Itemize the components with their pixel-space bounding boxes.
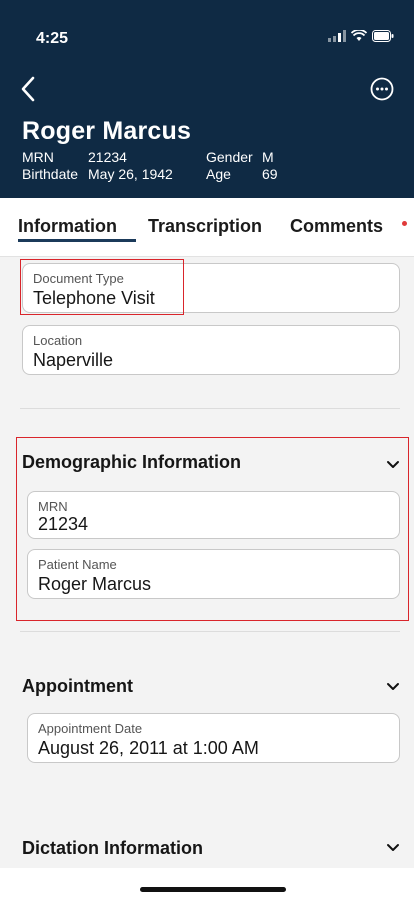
active-tab-indicator xyxy=(18,239,136,242)
appointment-date-label: Appointment Date xyxy=(38,721,143,736)
wifi-icon xyxy=(351,30,367,41)
appointment-date-value: August 26, 2011 at 1:00 AM xyxy=(38,738,259,758)
location-value: Naperville xyxy=(33,350,114,370)
document-type-highlight xyxy=(20,259,184,315)
status-time: 4:25 xyxy=(36,30,69,47)
tab-transcription[interactable]: Transcription xyxy=(148,216,262,237)
demographic-highlight xyxy=(16,437,409,621)
birthdate-label: Birthdate xyxy=(22,166,79,182)
tab-information[interactable]: Information xyxy=(18,216,117,237)
tab-comments[interactable]: Comments xyxy=(290,216,383,237)
chevron-down-icon[interactable] xyxy=(386,843,400,853)
location-label: Location xyxy=(33,333,83,348)
notification-dot xyxy=(402,221,407,226)
chevron-down-icon[interactable] xyxy=(386,682,400,692)
dictation-section-title[interactable]: Dictation Information xyxy=(22,838,203,859)
status-icons xyxy=(328,30,394,42)
signal-icon xyxy=(328,30,346,42)
tab-bar: Information Transcription Comments xyxy=(0,198,414,256)
appointment-date-field[interactable]: Appointment Date August 26, 2011 at 1:00… xyxy=(27,713,400,763)
back-button[interactable] xyxy=(20,72,48,106)
home-indicator[interactable] xyxy=(140,887,286,892)
section-divider xyxy=(20,631,400,632)
battery-icon xyxy=(372,30,394,42)
gender-value: M xyxy=(262,149,274,165)
mrn-value: 21234 xyxy=(88,149,127,165)
more-options-button[interactable] xyxy=(370,77,394,101)
mrn-label: MRN xyxy=(22,149,54,165)
section-divider xyxy=(20,408,400,409)
more-horizontal-circle-icon xyxy=(370,77,394,101)
gender-label: Gender xyxy=(206,149,253,165)
patient-header: 4:25 Roger Marcus MRN 21234 Gender M Bir… xyxy=(0,0,414,198)
age-label: Age xyxy=(206,166,231,182)
birthdate-value: May 26, 1942 xyxy=(88,166,173,182)
age-value: 69 xyxy=(262,166,278,182)
patient-name-title: Roger Marcus xyxy=(22,117,192,145)
chevron-left-icon xyxy=(21,76,35,102)
appointment-section-title[interactable]: Appointment xyxy=(22,676,133,697)
location-field[interactable]: Location Naperville xyxy=(22,325,400,375)
bottom-safe-area xyxy=(0,868,414,901)
